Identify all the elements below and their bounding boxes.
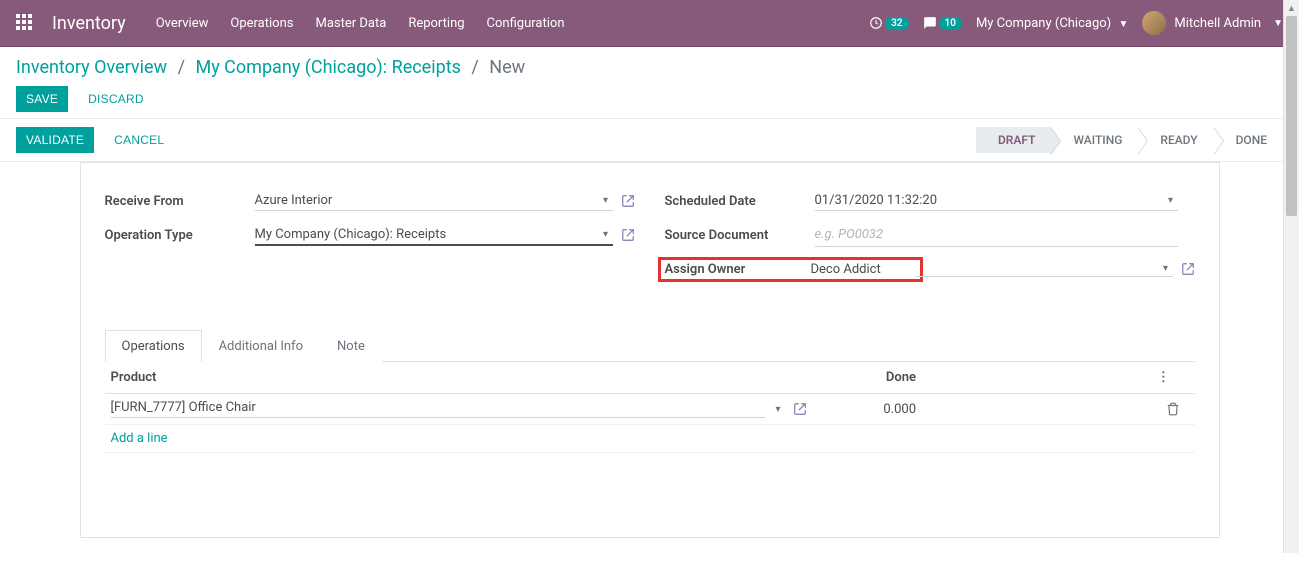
tab-additional-info[interactable]: Additional Info — [202, 330, 320, 362]
scheduled-date-label: Scheduled Date — [665, 194, 815, 209]
highlighted-assign-owner: Assign Owner Deco Addict — [658, 257, 923, 282]
breadcrumb: Inventory Overview / My Company (Chicago… — [16, 57, 1283, 78]
col-product: Product — [105, 362, 814, 394]
activity-badge: 32 — [885, 17, 908, 30]
operation-type-label: Operation Type — [105, 228, 255, 243]
source-document-label: Source Document — [665, 228, 815, 243]
chevron-down-icon[interactable]: ▾ — [599, 195, 613, 206]
table-row[interactable]: [FURN_7777] Office Chair ▾ 0.000 — [105, 394, 1195, 425]
clock-icon — [869, 16, 883, 30]
receive-from-field[interactable]: Azure Interior ▾ — [255, 191, 613, 211]
validate-button[interactable]: VALIDATE — [16, 127, 94, 153]
company-label: My Company (Chicago) — [976, 16, 1111, 31]
external-link-icon[interactable] — [621, 228, 635, 243]
top-navbar: Inventory Overview Operations Master Dat… — [0, 0, 1299, 46]
status-step-waiting[interactable]: WAITING — [1051, 127, 1138, 153]
assign-owner-field[interactable]: ▾ — [916, 261, 1173, 277]
receive-from-label: Receive From — [105, 194, 255, 209]
app-brand[interactable]: Inventory — [52, 13, 126, 34]
notebook-tabs: Operations Additional Info Note — [105, 329, 1195, 362]
done-cell[interactable]: 0.000 — [813, 394, 922, 425]
chevron-down-icon[interactable]: ▾ — [1164, 195, 1178, 206]
nav-master-data[interactable]: Master Data — [315, 16, 386, 31]
source-document-field[interactable] — [815, 223, 1178, 247]
chat-icon — [923, 16, 937, 30]
chevron-down-icon: ▼ — [1118, 19, 1128, 30]
vertical-scrollbar[interactable]: ▲ — [1283, 0, 1299, 553]
nav-overview[interactable]: Overview — [156, 16, 209, 31]
breadcrumb-link-1[interactable]: My Company (Chicago): Receipts — [195, 57, 460, 78]
user-menu[interactable]: Mitchell Admin ▼ — [1142, 11, 1283, 35]
nav-operations[interactable]: Operations — [230, 16, 293, 31]
product-cell-value[interactable]: [FURN_7777] Office Chair — [111, 400, 766, 418]
external-link-icon[interactable] — [793, 402, 807, 417]
status-bar: VALIDATE CANCEL DRAFT WAITING READY DONE — [0, 119, 1299, 162]
external-link-icon[interactable] — [1181, 262, 1195, 277]
status-step-ready[interactable]: READY — [1138, 127, 1213, 153]
form-sheet: Receive From Azure Interior ▾ Operation … — [80, 162, 1220, 538]
operations-table: Product Done ⋮ [FURN_7777] Office Chair … — [105, 362, 1195, 513]
company-switcher[interactable]: My Company (Chicago) ▼ — [976, 16, 1128, 31]
scroll-up-arrow-icon[interactable]: ▲ — [1284, 0, 1299, 16]
delete-row-button[interactable] — [1151, 394, 1195, 425]
operation-type-value: My Company (Chicago): Receipts — [255, 227, 599, 242]
chevron-down-icon[interactable]: ▾ — [599, 229, 613, 240]
chevron-down-icon[interactable]: ▾ — [1159, 263, 1173, 274]
breadcrumb-current: New — [489, 57, 525, 78]
discard-button[interactable]: DISCARD — [78, 86, 154, 112]
add-line-button[interactable]: Add a line — [105, 425, 1195, 453]
activity-indicator[interactable]: 32 — [869, 16, 908, 30]
receive-from-value: Azure Interior — [255, 193, 599, 208]
breadcrumb-link-0[interactable]: Inventory Overview — [16, 57, 167, 78]
tab-note[interactable]: Note — [320, 330, 382, 362]
assign-owner-label: Assign Owner — [665, 262, 811, 277]
user-name-label: Mitchell Admin — [1174, 16, 1261, 31]
nav-configuration[interactable]: Configuration — [487, 16, 565, 31]
apps-icon[interactable] — [16, 14, 34, 32]
avatar — [1142, 11, 1166, 35]
trash-icon — [1166, 402, 1180, 416]
tab-operations[interactable]: Operations — [105, 330, 202, 362]
cancel-button[interactable]: CANCEL — [104, 127, 174, 153]
chevron-down-icon: ▼ — [1273, 18, 1283, 29]
scrollbar-thumb[interactable] — [1286, 16, 1297, 216]
col-done: Done — [813, 362, 922, 394]
nav-reporting[interactable]: Reporting — [408, 16, 464, 31]
nav-menu: Overview Operations Master Data Reportin… — [156, 16, 869, 31]
chevron-down-icon[interactable]: ▾ — [771, 404, 785, 415]
status-steps: DRAFT WAITING READY DONE — [976, 127, 1283, 153]
scheduled-date-value: 01/31/2020 11:32:20 — [815, 193, 1164, 208]
save-button[interactable]: SAVE — [16, 86, 68, 112]
table-options-icon[interactable]: ⋮ — [1151, 362, 1195, 394]
operation-type-field[interactable]: My Company (Chicago): Receipts ▾ — [255, 225, 613, 245]
assign-owner-value-preview: Deco Addict — [811, 262, 916, 277]
source-document-input[interactable] — [815, 225, 1178, 244]
control-panel: Inventory Overview / My Company (Chicago… — [0, 47, 1299, 119]
messaging-indicator[interactable]: 10 — [923, 16, 962, 30]
status-step-done[interactable]: DONE — [1214, 127, 1283, 153]
message-badge: 10 — [939, 17, 962, 30]
status-step-draft[interactable]: DRAFT — [976, 127, 1052, 153]
external-link-icon[interactable] — [621, 194, 635, 209]
scheduled-date-field[interactable]: 01/31/2020 11:32:20 ▾ — [815, 191, 1178, 211]
